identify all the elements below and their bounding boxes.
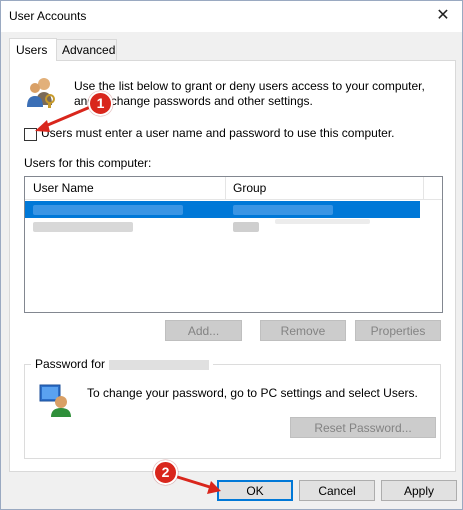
apply-button[interactable]: Apply	[381, 480, 457, 501]
title-bar: User Accounts ✕	[1, 1, 462, 32]
properties-button[interactable]: Properties	[355, 320, 441, 341]
annotation-badge-1: 1	[88, 91, 113, 116]
user-monitor-icon	[39, 384, 71, 417]
ok-button[interactable]: OK	[217, 480, 293, 501]
users-list[interactable]: User Name Group	[24, 176, 443, 313]
intro-text-line1: Use the list below to grant or deny user…	[74, 79, 425, 93]
redacted-group	[233, 222, 259, 232]
tab-advanced[interactable]: Advanced	[55, 39, 117, 60]
close-button[interactable]: ✕	[432, 5, 454, 27]
redacted-detail	[275, 219, 370, 224]
user-accounts-dialog: User Accounts ✕ Users Advanced Use the l…	[0, 0, 463, 510]
table-row-selected[interactable]	[25, 201, 420, 218]
add-button[interactable]: Add...	[165, 320, 242, 341]
password-group-title: Password for	[31, 357, 214, 371]
tab-users[interactable]: Users	[9, 38, 57, 61]
annotation-badge-2: 2	[153, 460, 178, 485]
redacted-account-name	[109, 359, 210, 370]
password-group: Password for To change your password, go…	[24, 357, 441, 459]
reset-password-button[interactable]: Reset Password...	[290, 417, 436, 438]
remove-button[interactable]: Remove	[260, 320, 346, 341]
column-group[interactable]: Group	[225, 177, 424, 199]
cancel-button[interactable]: Cancel	[299, 480, 375, 501]
redacted-user-name	[33, 205, 183, 215]
users-list-label: Users for this computer:	[24, 156, 152, 170]
redacted-group	[233, 205, 333, 215]
table-row[interactable]	[25, 219, 420, 236]
redacted-user-name	[33, 222, 133, 232]
window-title: User Accounts	[9, 9, 87, 23]
password-instruction: To change your password, go to PC settin…	[87, 386, 418, 400]
users-list-header: User Name Group	[25, 177, 442, 200]
column-user-name[interactable]: User Name	[25, 177, 226, 199]
